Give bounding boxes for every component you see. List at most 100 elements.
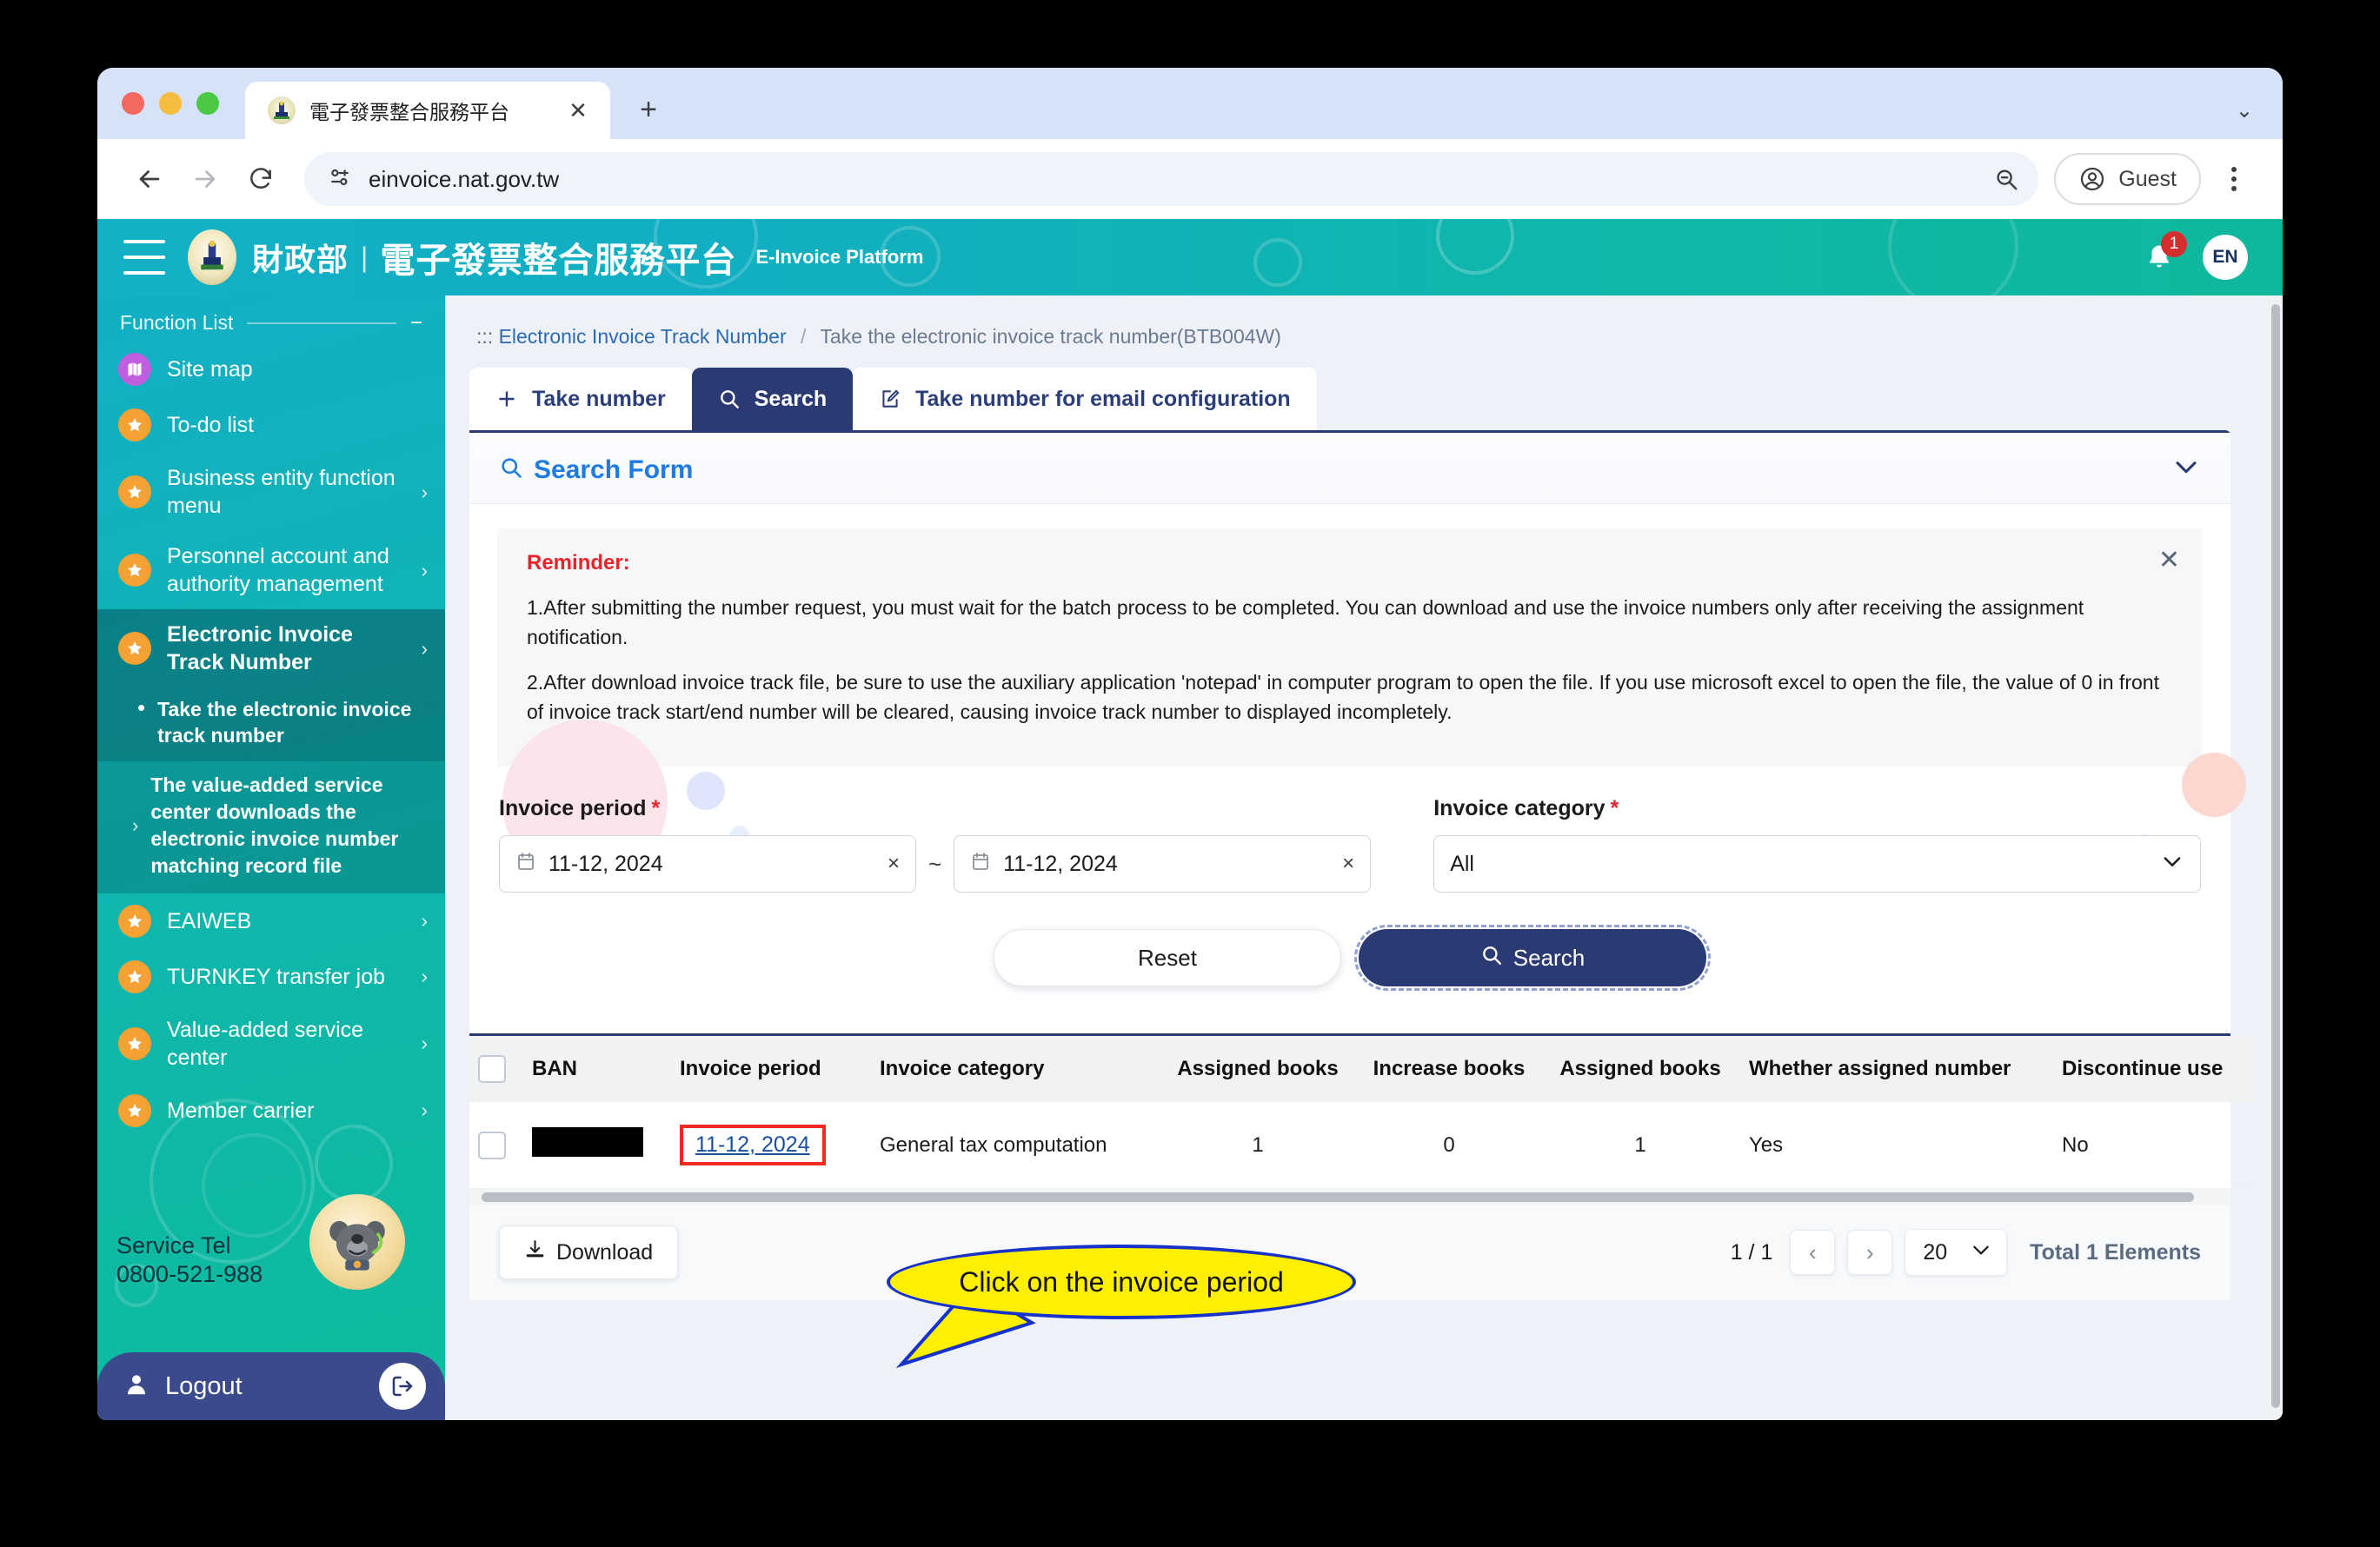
invoice-period-from-input[interactable]: 11-12, 2024 × [499, 835, 916, 893]
sidebar-item-label: TURNKEY transfer job [167, 964, 386, 989]
invoice-period-to-input[interactable]: 11-12, 2024 × [954, 835, 1372, 893]
divider [247, 322, 396, 324]
label-text: Invoice category [1433, 796, 1606, 821]
invoice-category-label: Invoice category * [1433, 796, 2201, 821]
notification-count-badge: 1 [2161, 231, 2187, 257]
search-button[interactable]: Search [1354, 925, 1711, 992]
menu-toggle-icon[interactable] [123, 240, 165, 275]
sidebar-item-label: Site map [167, 357, 253, 382]
sidebar-item-value-added-service-center[interactable]: Value-added service center › [97, 1005, 445, 1083]
column-header-whether-assigned-number[interactable]: Whether assigned number [1740, 1036, 2053, 1103]
plus-icon[interactable]: + [624, 85, 673, 134]
scrollbar-thumb[interactable] [2271, 304, 2280, 1408]
cell-invoice-period: 11-12, 2024 [671, 1102, 871, 1190]
star-icon [118, 632, 151, 665]
notification-bell-icon[interactable]: 1 [2138, 231, 2187, 278]
address-bar[interactable]: einvoice.nat.gov.tw [304, 152, 2039, 206]
cell-whether-assigned-number: Yes [1740, 1102, 2053, 1190]
tab-search[interactable]: Search [691, 368, 854, 430]
sidebar-subitem-take-the-electronic-invoice-track-number[interactable]: • Take the electronic invoice track numb… [97, 687, 445, 761]
redacted-ban [532, 1127, 643, 1158]
invoice-category-select[interactable]: All [1433, 835, 2201, 893]
sidebar-item-to-do-list[interactable]: To-do list [97, 397, 445, 453]
vertical-scrollbar[interactable] [2269, 295, 2283, 1420]
logout-button[interactable]: Logout [97, 1352, 445, 1420]
sidebar-subitem-value-added-service-center-download[interactable]: › The value-added service center downloa… [97, 760, 445, 893]
page-size-value: 20 [1923, 1239, 1948, 1265]
form-actions: Reset Search [469, 893, 2230, 1033]
page-tabs: Take number Search Take number for email… [469, 368, 2230, 430]
column-header-invoice-category[interactable]: Invoice category [871, 1036, 1158, 1103]
reminder-line: 1.After submitting the number request, y… [527, 596, 2084, 649]
tab-take-number[interactable]: Take number [469, 368, 692, 430]
page-viewport: 財政部 | 電子發票整合服務平台 E-Invoice Platform 1 EN [97, 219, 2283, 1420]
column-header-invoice-period[interactable]: Invoice period [671, 1036, 871, 1103]
required-marker: * [651, 796, 661, 821]
clear-icon[interactable]: × [1342, 852, 1354, 876]
collapse-icon[interactable]: − [410, 312, 422, 334]
sidebar-item-label: EAIWEB [167, 908, 252, 933]
reset-button[interactable]: Reset [994, 929, 1341, 987]
maximize-window-button[interactable] [196, 92, 219, 115]
clear-icon[interactable]: × [888, 852, 900, 876]
star-icon [118, 408, 151, 442]
browser-menu-icon[interactable] [2210, 155, 2258, 203]
row-checkbox[interactable] [478, 1131, 506, 1159]
prev-page-button[interactable]: ‹ [1790, 1230, 1836, 1276]
search-form-title: Search Form [534, 455, 694, 484]
download-button[interactable]: Download [499, 1225, 679, 1280]
sidebar-item-turnkey-transfer-job[interactable]: TURNKEY transfer job › [97, 949, 445, 1005]
sidebar-item-personnel-account-and-authority-management[interactable]: Personnel account and authority manageme… [97, 531, 445, 609]
cell-invoice-category: General tax computation [871, 1102, 1158, 1190]
row-select-cell [469, 1102, 523, 1190]
logout-icon[interactable] [379, 1363, 426, 1410]
reload-icon[interactable] [233, 151, 289, 207]
page-body: Function List − Site map To-do list Busi… [97, 295, 2283, 1420]
invoice-period-link[interactable]: 11-12, 2024 [695, 1132, 810, 1157]
zoom-out-icon[interactable] [1993, 166, 2019, 192]
star-icon [118, 904, 151, 938]
browser-tab-strip: 電子發票整合服務平台 ✕ + ⌄ [97, 68, 2283, 139]
chevron-down-icon[interactable] [2171, 452, 2201, 488]
sidebar-item-business-entity-function-menu[interactable]: Business entity function menu › [97, 453, 445, 531]
site-info-icon[interactable] [327, 164, 353, 195]
column-header-increase-books[interactable]: Increase books [1358, 1036, 1540, 1103]
scrollbar-thumb[interactable] [482, 1192, 2194, 1203]
browser-tab[interactable]: 電子發票整合服務平台 ✕ [245, 82, 610, 139]
sidebar-item-member-carrier[interactable]: Member carrier › [97, 1083, 445, 1139]
chevron-right-icon: › [132, 813, 139, 836]
column-header-discontinue-use[interactable]: Discontinue use [2053, 1036, 2253, 1103]
select-all-header [469, 1036, 523, 1103]
horizontal-scrollbar[interactable] [469, 1189, 2230, 1205]
sidebar-item-label: Personnel account and authority manageme… [167, 544, 389, 596]
language-button[interactable]: EN [2203, 235, 2248, 280]
minimize-window-button[interactable] [159, 92, 182, 115]
close-icon[interactable]: ✕ [2158, 548, 2180, 574]
sidebar-item-site-map[interactable]: Site map [97, 342, 445, 397]
search-icon [499, 455, 523, 484]
invoice-period-from-value: 11-12, 2024 [548, 851, 663, 876]
next-page-button[interactable]: › [1847, 1230, 1893, 1276]
select-all-checkbox[interactable] [478, 1055, 506, 1084]
back-icon[interactable] [122, 151, 177, 207]
profile-button[interactable]: Guest [2054, 153, 2201, 205]
sidebar-item-eaiweb[interactable]: EAIWEB › [97, 893, 445, 949]
pagination: 1 / 1 ‹ › 20 Total 1 Elements [1731, 1229, 2201, 1277]
close-window-button[interactable] [122, 92, 144, 115]
forward-icon[interactable] [177, 151, 233, 207]
government-seal-icon [188, 229, 236, 285]
column-header-assigned-books[interactable]: Assigned books [1158, 1036, 1358, 1103]
chevron-down-icon[interactable]: ⌄ [2236, 98, 2253, 123]
breadcrumb-current: Take the electronic invoice track number… [820, 325, 1281, 348]
page-size-select[interactable]: 20 [1905, 1229, 2008, 1277]
column-header-assigned-books-2[interactable]: Assigned books [1540, 1036, 1740, 1103]
close-icon[interactable]: ✕ [563, 96, 593, 125]
chevron-right-icon: › [421, 965, 428, 988]
reminder-line: 2.After download invoice track file, be … [527, 671, 2159, 724]
column-header-ban[interactable]: BAN [523, 1036, 671, 1103]
breadcrumb-parent-link[interactable]: Electronic Invoice Track Number [499, 325, 787, 348]
sidebar-item-electronic-invoice-track-number[interactable]: Electronic Invoice Track Number › [97, 609, 445, 687]
logout-label: Logout [165, 1371, 243, 1400]
tab-take-number-for-email-configuration[interactable]: Take number for email configuration [853, 368, 1317, 430]
sidebar-subitem-label: The value-added service center downloads… [150, 773, 399, 877]
